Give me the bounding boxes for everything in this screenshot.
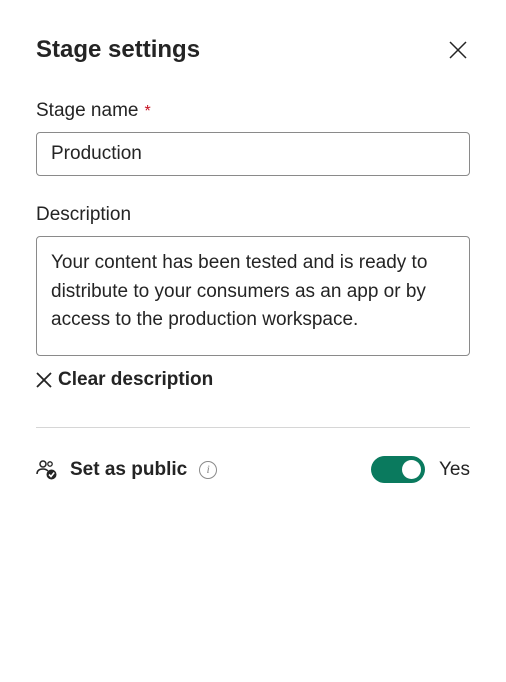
people-public-icon — [36, 459, 58, 481]
stage-name-label: Stage name — [36, 100, 138, 122]
stage-name-input[interactable] — [36, 132, 470, 176]
toggle-knob — [402, 460, 421, 479]
clear-description-label: Clear description — [58, 369, 213, 391]
public-toggle[interactable] — [371, 456, 425, 483]
clear-description-button[interactable]: Clear description — [36, 369, 470, 391]
required-marker: * — [144, 103, 150, 121]
description-label: Description — [36, 204, 131, 226]
clear-icon — [36, 372, 52, 388]
public-toggle-text: Yes — [439, 459, 470, 481]
dialog-title: Stage settings — [36, 36, 200, 64]
info-icon[interactable]: i — [199, 461, 217, 479]
section-divider — [36, 427, 470, 428]
set-as-public-label: Set as public — [70, 459, 187, 481]
close-button[interactable] — [446, 38, 470, 62]
close-icon — [449, 41, 467, 59]
description-textarea[interactable]: Your content has been tested and is read… — [36, 236, 470, 356]
